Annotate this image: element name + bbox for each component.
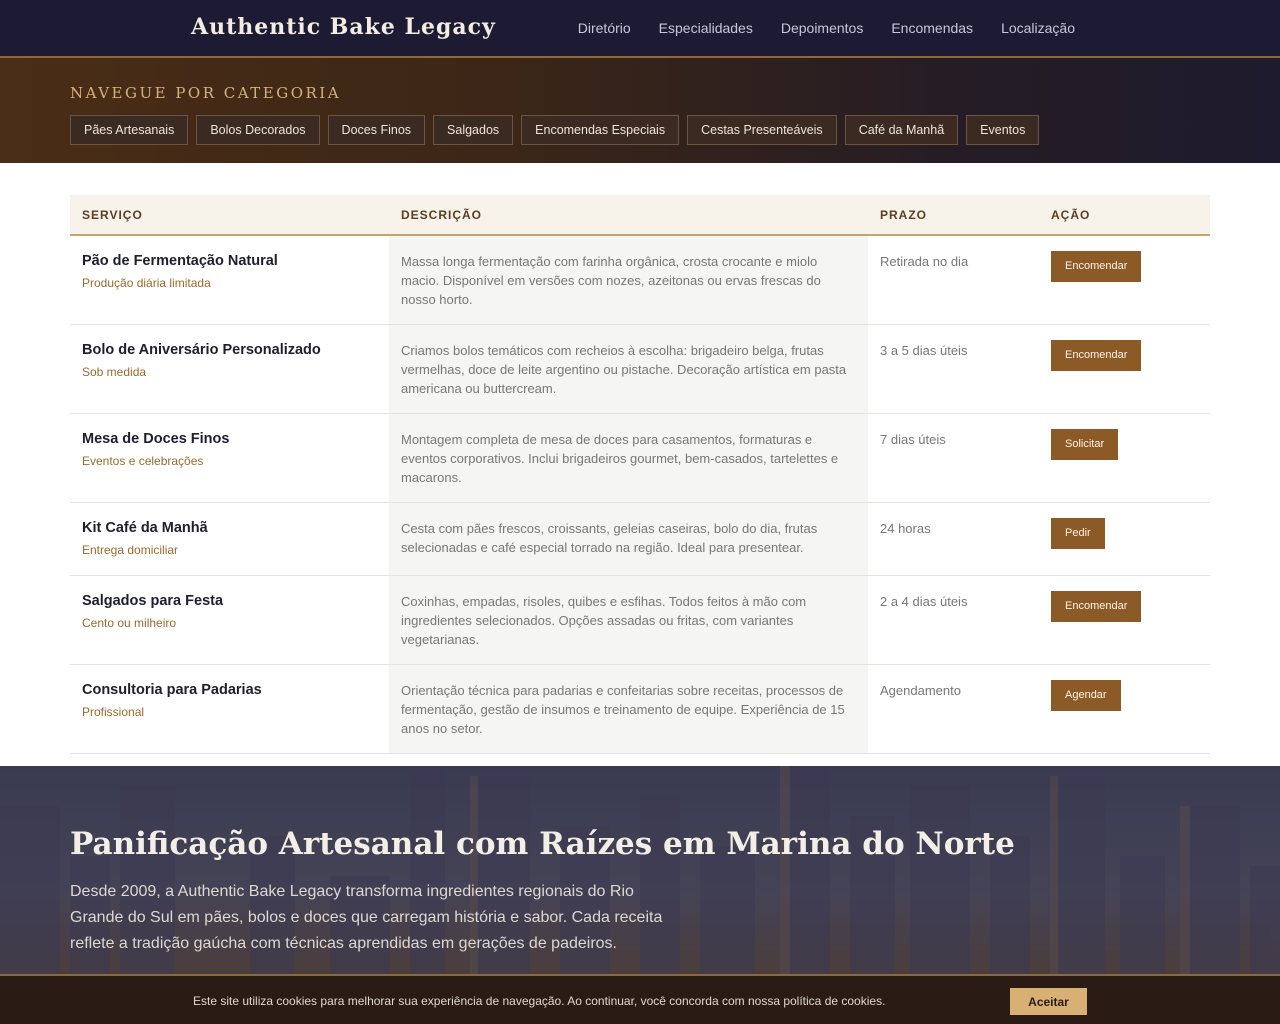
category-title: NAVEGUE POR CATEGORIA	[70, 84, 342, 102]
service-description: Criamos bolos temáticos com recheios à e…	[389, 324, 868, 414]
category-cafe-da-manha[interactable]: Café da Manhã	[844, 115, 959, 145]
hero-section: Panificação Artesanal com Raízes em Mari…	[0, 766, 1280, 976]
service-subtitle: Cento ou milheiro	[82, 616, 177, 630]
table-row: Consultoria para Padarias Profissional O…	[70, 664, 1210, 754]
service-cell: Consultoria para Padarias Profissional	[70, 664, 389, 754]
table-row: Mesa de Doces Finos Eventos e celebraçõe…	[70, 413, 1210, 503]
accept-cookies-button[interactable]: Aceitar	[1010, 988, 1087, 1015]
table-row: Kit Café da Manhã Entrega domiciliar Ces…	[70, 502, 1210, 576]
action-cell: Encomendar	[1039, 235, 1210, 325]
cookie-message: Este site utiliza cookies para melhorar …	[193, 994, 886, 1008]
service-description: Coxinhas, empadas, risoles, quibes e esf…	[389, 575, 868, 665]
cookie-banner: Este site utiliza cookies para melhorar …	[0, 974, 1280, 1024]
service-deadline: Retirada no dia	[868, 235, 1039, 325]
service-cell: Pão de Fermentação Natural Produção diár…	[70, 235, 389, 325]
category-bolos-decorados[interactable]: Bolos Decorados	[196, 115, 320, 145]
service-name: Salgados para Festa	[82, 593, 224, 609]
service-cell: Kit Café da Manhã Entrega domiciliar	[70, 502, 389, 576]
encomendar-button[interactable]: Encomendar	[1051, 251, 1142, 282]
action-cell: Encomendar	[1039, 324, 1210, 414]
site-header: Authentic Bake Legacy Diretório Especial…	[0, 0, 1280, 58]
table-row: Bolo de Aniversário Personalizado Sob me…	[70, 324, 1210, 414]
category-list: Pães Artesanais Bolos Decorados Doces Fi…	[70, 115, 1040, 145]
category-cestas-presenteaveis[interactable]: Cestas Presenteáveis	[687, 115, 837, 145]
action-cell: Solicitar	[1039, 413, 1210, 503]
service-name: Kit Café da Manhã	[82, 520, 208, 536]
category-encomendas-especiais[interactable]: Encomendas Especiais	[521, 115, 680, 145]
action-cell: Pedir	[1039, 502, 1210, 576]
table-header-row: SERVIÇO DESCRIÇÃO PRAZO AÇÃO	[70, 195, 1210, 236]
hero-description: Desde 2009, a Authentic Bake Legacy tran…	[70, 883, 663, 952]
service-description: Massa longa fermentação com farinha orgâ…	[389, 235, 868, 325]
service-name: Mesa de Doces Finos	[82, 431, 230, 447]
agendar-button[interactable]: Agendar	[1051, 680, 1121, 711]
action-cell: Agendar	[1039, 664, 1210, 754]
brand-logo[interactable]: Authentic Bake Legacy	[191, 14, 496, 40]
hero-title: Panificação Artesanal com Raízes em Mari…	[70, 826, 1015, 862]
service-description: Cesta com pães frescos, croissants, gele…	[389, 502, 868, 576]
action-cell: Encomendar	[1039, 575, 1210, 665]
service-subtitle: Sob medida	[82, 365, 147, 379]
service-cell: Mesa de Doces Finos Eventos e celebraçõe…	[70, 413, 389, 503]
encomendar-button[interactable]: Encomendar	[1051, 340, 1142, 371]
category-eventos[interactable]: Eventos	[966, 115, 1040, 145]
pedir-button[interactable]: Pedir	[1051, 518, 1105, 549]
nav-encomendas[interactable]: Encomendas	[891, 20, 973, 36]
service-subtitle: Eventos e celebrações	[82, 454, 204, 468]
service-description: Montagem completa de mesa de doces para …	[389, 413, 868, 503]
encomendar-button[interactable]: Encomendar	[1051, 591, 1142, 622]
service-name: Pão de Fermentação Natural	[82, 253, 278, 269]
solicitar-button[interactable]: Solicitar	[1051, 429, 1119, 460]
header-acao: AÇÃO	[1039, 195, 1210, 236]
table-row: Pão de Fermentação Natural Produção diár…	[70, 235, 1210, 325]
category-band: NAVEGUE POR CATEGORIA Pães Artesanais Bo…	[0, 58, 1280, 163]
header-prazo: PRAZO	[868, 195, 1039, 236]
category-doces-finos[interactable]: Doces Finos	[327, 115, 426, 145]
service-cell: Bolo de Aniversário Personalizado Sob me…	[70, 324, 389, 414]
category-paes-artesanais[interactable]: Pães Artesanais	[70, 115, 189, 145]
service-name: Consultoria para Padarias	[82, 682, 262, 698]
table-row: Salgados para Festa Cento ou milheiro Co…	[70, 575, 1210, 665]
service-deadline: 24 horas	[868, 502, 1039, 576]
service-deadline: 3 a 5 dias úteis	[868, 324, 1039, 414]
service-deadline: Agendamento	[868, 664, 1039, 754]
category-salgados[interactable]: Salgados	[433, 115, 514, 145]
nav-localizacao[interactable]: Localização	[1001, 20, 1075, 36]
service-description: Orientação técnica para padarias e confe…	[389, 664, 868, 754]
services-table: SERVIÇO DESCRIÇÃO PRAZO AÇÃO Pão de Ferm…	[70, 195, 1210, 754]
service-subtitle: Entrega domiciliar	[82, 543, 179, 557]
nav-especialidades[interactable]: Especialidades	[659, 20, 753, 36]
nav-depoimentos[interactable]: Depoimentos	[781, 20, 864, 36]
main-nav: Diretório Especialidades Depoimentos Enc…	[578, 0, 1075, 56]
services-table-wrapper: SERVIÇO DESCRIÇÃO PRAZO AÇÃO Pão de Ferm…	[70, 195, 1210, 754]
service-subtitle: Produção diária limitada	[82, 276, 211, 290]
header-servico: SERVIÇO	[70, 195, 389, 236]
service-deadline: 2 a 4 dias úteis	[868, 575, 1039, 665]
service-cell: Salgados para Festa Cento ou milheiro	[70, 575, 389, 665]
service-name: Bolo de Aniversário Personalizado	[82, 342, 321, 358]
service-deadline: 7 dias úteis	[868, 413, 1039, 503]
nav-diretorio[interactable]: Diretório	[578, 20, 631, 36]
service-subtitle: Profissional	[82, 705, 145, 719]
header-descricao: DESCRIÇÃO	[389, 195, 868, 236]
